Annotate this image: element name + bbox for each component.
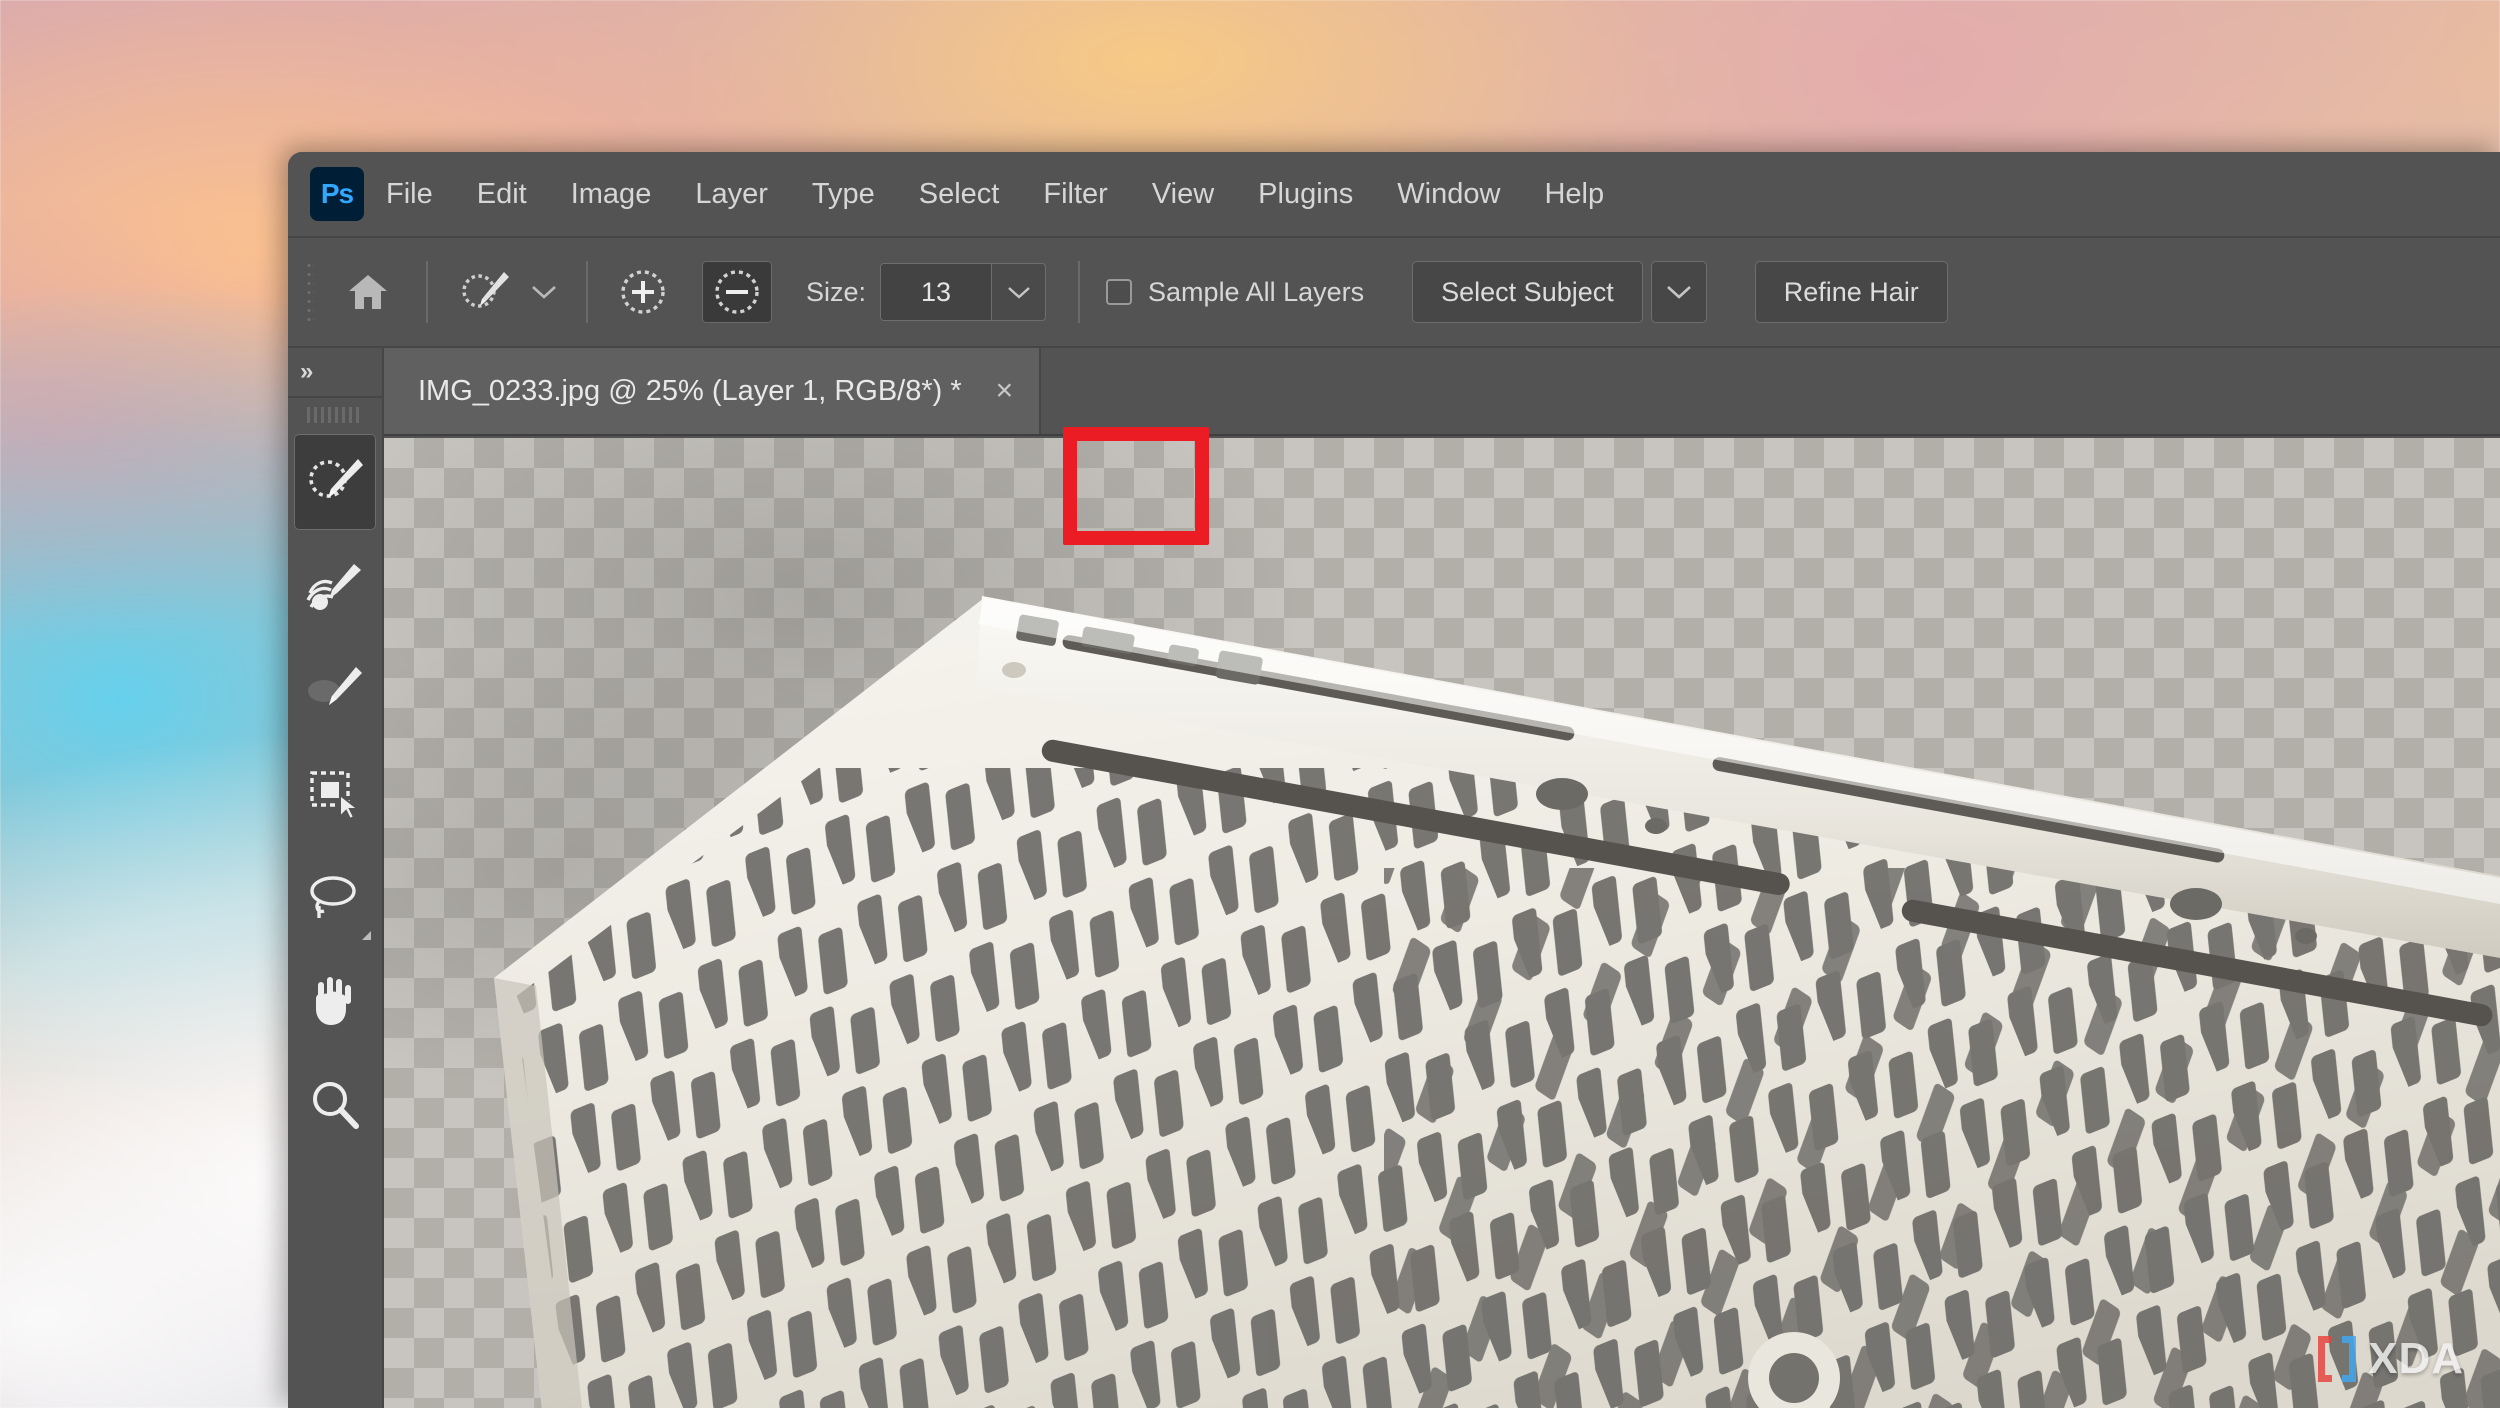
photoshop-window: Ps File Edit Image Layer Type Select Fil… bbox=[288, 152, 2500, 1408]
size-label: Size: bbox=[806, 276, 867, 307]
tool-object-selection[interactable] bbox=[294, 538, 376, 634]
image-canvas[interactable]: XDA bbox=[384, 438, 2500, 1408]
menu-item-help[interactable]: Help bbox=[1522, 170, 1626, 219]
tool-lasso[interactable] bbox=[294, 850, 376, 946]
menu-item-file[interactable]: File bbox=[364, 170, 455, 219]
tool-preset-chevron-down-icon[interactable] bbox=[522, 261, 566, 323]
refine-hair-button[interactable]: Refine Hair bbox=[1754, 261, 1948, 323]
subtract-from-selection-button[interactable] bbox=[702, 261, 772, 323]
document-tab-title: IMG_0233.jpg @ 25% (Layer 1, RGB/8*) * bbox=[418, 374, 962, 407]
close-icon[interactable]: × bbox=[996, 376, 1014, 406]
home-icon[interactable] bbox=[330, 261, 406, 323]
menu-item-layer[interactable]: Layer bbox=[673, 170, 790, 219]
brush-size-input[interactable] bbox=[881, 264, 992, 320]
expand-panels-icon[interactable]: » bbox=[300, 358, 313, 386]
document-tab-bar: IMG_0233.jpg @ 25% (Layer 1, RGB/8*) * × bbox=[384, 348, 2500, 436]
menu-item-select[interactable]: Select bbox=[897, 170, 1022, 219]
tool-panel-drag-handle[interactable] bbox=[288, 398, 382, 432]
menu-item-plugins[interactable]: Plugins bbox=[1236, 170, 1375, 219]
document-tab[interactable]: IMG_0233.jpg @ 25% (Layer 1, RGB/8*) * × bbox=[384, 348, 1042, 434]
divider bbox=[1078, 261, 1081, 323]
select-subject-button[interactable]: Select Subject bbox=[1412, 261, 1643, 323]
tool-quick-selection[interactable] bbox=[294, 434, 376, 530]
divider bbox=[586, 261, 588, 323]
sample-all-layers-checkbox[interactable]: Sample All Layers bbox=[1106, 277, 1364, 308]
tool-panel-header: » bbox=[288, 348, 382, 398]
tool-zoom[interactable] bbox=[294, 1058, 376, 1154]
document-area: IMG_0233.jpg @ 25% (Layer 1, RGB/8*) * × bbox=[384, 348, 2500, 1408]
quick-selection-tool-icon[interactable] bbox=[448, 261, 522, 323]
tool-rectangular-marquee[interactable] bbox=[294, 746, 376, 842]
menu-item-type[interactable]: Type bbox=[790, 170, 897, 219]
tool-options-bar: Size: Sample All Layers Select Subject R… bbox=[288, 236, 2500, 348]
brush-size-chevron-down-icon[interactable] bbox=[991, 264, 1046, 320]
canvas-photo-layer bbox=[384, 438, 2500, 1408]
sample-all-layers-label: Sample All Layers bbox=[1148, 276, 1365, 307]
checkbox-box[interactable] bbox=[1106, 279, 1133, 305]
tool-expand-corner-icon bbox=[362, 931, 371, 940]
brush-size-combo[interactable] bbox=[880, 263, 1047, 321]
select-subject-chevron-down-icon[interactable] bbox=[1650, 261, 1707, 323]
tool-panel: » bbox=[288, 348, 384, 1408]
menu-bar: Ps File Edit Image Layer Type Select Fil… bbox=[288, 152, 2500, 236]
tool-magic-wand[interactable] bbox=[294, 642, 376, 738]
menu-item-image[interactable]: Image bbox=[549, 170, 674, 219]
menu-item-filter[interactable]: Filter bbox=[1021, 170, 1129, 219]
photoshop-logo-icon: Ps bbox=[310, 167, 364, 221]
divider bbox=[426, 261, 428, 323]
add-to-selection-button[interactable] bbox=[608, 261, 678, 323]
menu-item-view[interactable]: View bbox=[1130, 170, 1236, 219]
menu-item-edit[interactable]: Edit bbox=[455, 170, 549, 219]
tool-hand[interactable] bbox=[294, 954, 376, 1050]
menu-item-window[interactable]: Window bbox=[1375, 170, 1522, 219]
workspace: » IMG_0233.jpg @ 25% (Layer 1, RGB/8*) *… bbox=[288, 348, 2500, 1408]
options-bar-drag-handle[interactable] bbox=[306, 261, 314, 323]
